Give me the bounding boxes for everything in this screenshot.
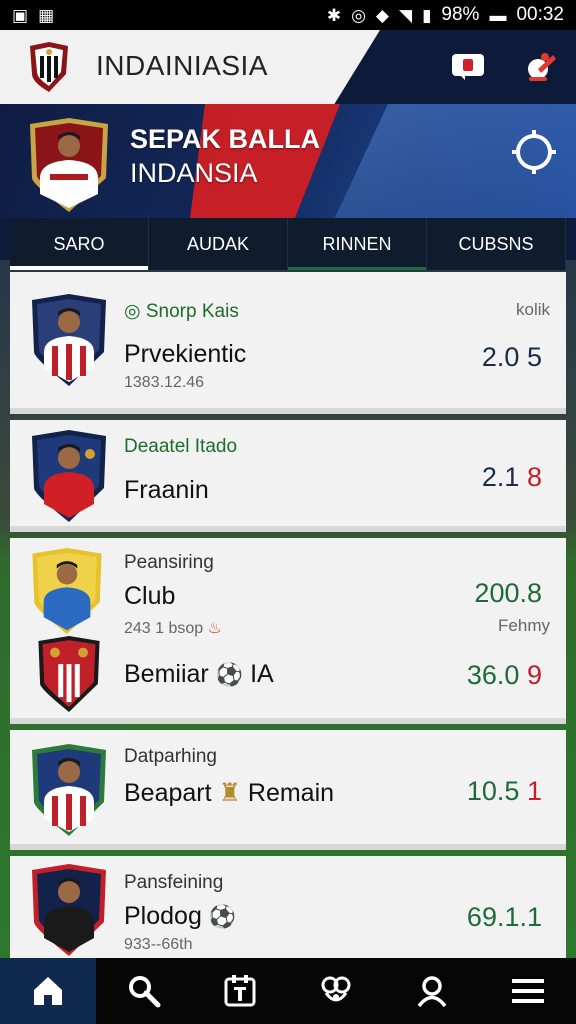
tab-rinnen[interactable]: RINNEN <box>288 218 427 270</box>
battery-percent: 98% <box>441 4 480 25</box>
tab-bar: SARO AUDAK RINNEN CUBSNS <box>10 218 566 270</box>
ball-icon: ⚽ <box>215 662 244 687</box>
card-title-secondary: Bemiiar ⚽ IA <box>124 660 274 688</box>
card-title: Beapart ♜ Remain <box>124 779 335 807</box>
nav-calendar[interactable] <box>192 958 288 1024</box>
video-button[interactable] <box>450 48 486 84</box>
nav-club[interactable] <box>288 958 384 1024</box>
clock: 00:32 <box>516 4 564 25</box>
score-a: 2.1 <box>481 462 520 492</box>
hero-title-line2: INDANSIA <box>130 158 258 188</box>
profile-icon <box>417 976 447 1008</box>
card-title: Club <box>124 582 176 610</box>
card-title: Plodog ⚽ <box>124 902 237 930</box>
card-score: 200.8 <box>474 578 542 608</box>
nav-profile[interactable] <box>384 958 480 1024</box>
card-subtitle: Deaatel Itado <box>124 436 238 457</box>
app-title: INDAINIASIA <box>96 50 268 81</box>
trophy-icon: ♜ <box>218 779 241 807</box>
card-score-secondary: 36.0 9 <box>467 660 542 691</box>
card-score: 2.1 8 <box>482 462 542 493</box>
tab-saro[interactable]: SARO <box>10 218 149 270</box>
match-list: ◎ Snorp Kais Prvekientic 1383.12.46 koli… <box>10 272 566 958</box>
tab-cubsns[interactable]: CUBSNS <box>427 218 566 270</box>
card-score: 2.0 5 <box>482 342 542 373</box>
card-note: Fehmy <box>498 616 550 635</box>
score-b: 5 <box>526 342 542 372</box>
score-a: 10.5 <box>466 776 520 806</box>
card-subtitle: Pansfeining <box>124 872 224 893</box>
wifi-icon: ◥ <box>398 5 413 25</box>
menu-icon <box>512 979 544 1003</box>
score-a: 36.0 <box>466 660 520 690</box>
card-title: Fraanin <box>124 476 209 504</box>
list-item[interactable]: Peansiring Club 243 1 bsop ♨ 200.8 Fehmy… <box>10 538 566 724</box>
app-notification-icon: ◆ <box>375 5 389 25</box>
card-meta: 933--66th <box>124 936 193 953</box>
player-badge-icon <box>30 118 108 212</box>
list-item[interactable]: Deaatel Itado Fraanin 2.1 8 <box>10 420 566 532</box>
bottom-nav <box>0 958 576 1024</box>
card-meta: 243 1 bsop ♨ <box>124 620 222 637</box>
score-b: 8 <box>526 462 542 492</box>
target-icon: ◎ <box>124 301 141 322</box>
hero-title-line1: SEPAK BALLA <box>130 124 321 154</box>
score-b: 9 <box>526 660 542 690</box>
status-bar: ▣ ▦ ✱ ◎ ◆ ◥ ▮ 98% ▬ 00:32 <box>0 0 576 30</box>
card-score: 69.1.1 <box>466 902 542 932</box>
hero-banner: SEPAK BALLA INDANSIA <box>0 104 576 218</box>
score-a: 2.0 <box>481 342 520 372</box>
player-crest-icon <box>32 548 102 634</box>
player-crest-icon <box>32 294 106 386</box>
signal-icon: ▮ <box>422 5 432 25</box>
club-icon <box>321 976 351 1002</box>
card-subtitle: Datparhing <box>124 746 217 767</box>
player-crest-icon <box>32 864 106 956</box>
nfc-icon: ✱ <box>326 5 342 25</box>
score-b: 1 <box>526 776 542 806</box>
club-logo-icon[interactable] <box>28 42 70 92</box>
player-crest-icon <box>32 430 106 522</box>
nav-menu[interactable] <box>480 958 576 1024</box>
alarm-icon: ◎ <box>351 5 366 25</box>
card-meta: 1383.12.46 <box>124 374 205 391</box>
tab-audak[interactable]: AUDAK <box>149 218 288 270</box>
sim-icon: ▣ <box>12 5 29 25</box>
card-subtitle: ◎ Snorp Kais <box>124 301 239 322</box>
club-crest-icon <box>38 636 100 712</box>
video-icon <box>452 54 484 80</box>
image-icon: ▦ <box>38 5 55 25</box>
card-subtitle: Peansiring <box>124 552 214 573</box>
app-header: INDAINIASIA <box>0 30 576 104</box>
whistle-icon <box>528 53 556 81</box>
nav-home[interactable] <box>0 958 96 1024</box>
notification-button[interactable] <box>522 48 558 84</box>
list-item[interactable]: Datparhing Beapart ♜ Remain 10.5 1 <box>10 730 566 850</box>
card-title: Prvekientic <box>124 340 247 368</box>
ball-icon: ⚽ <box>208 904 237 929</box>
player-crest-icon <box>32 744 106 836</box>
card-note: kolik <box>515 300 550 319</box>
home-icon <box>34 977 62 1005</box>
calendar-icon <box>224 975 256 1007</box>
battery-icon: ▬ <box>489 5 507 25</box>
card-score: 10.5 1 <box>467 776 542 807</box>
list-item[interactable]: ◎ Snorp Kais Prvekientic 1383.12.46 koli… <box>10 272 566 414</box>
list-item[interactable]: Pansfeining Plodog ⚽ 933--66th 69.1.1 <box>10 856 566 958</box>
hero-title: SEPAK BALLA INDANSIA <box>130 122 320 190</box>
fire-icon: ♨ <box>207 620 222 637</box>
nav-search[interactable] <box>96 958 192 1024</box>
settings-ring-icon[interactable] <box>512 130 556 174</box>
search-icon <box>129 976 161 1008</box>
